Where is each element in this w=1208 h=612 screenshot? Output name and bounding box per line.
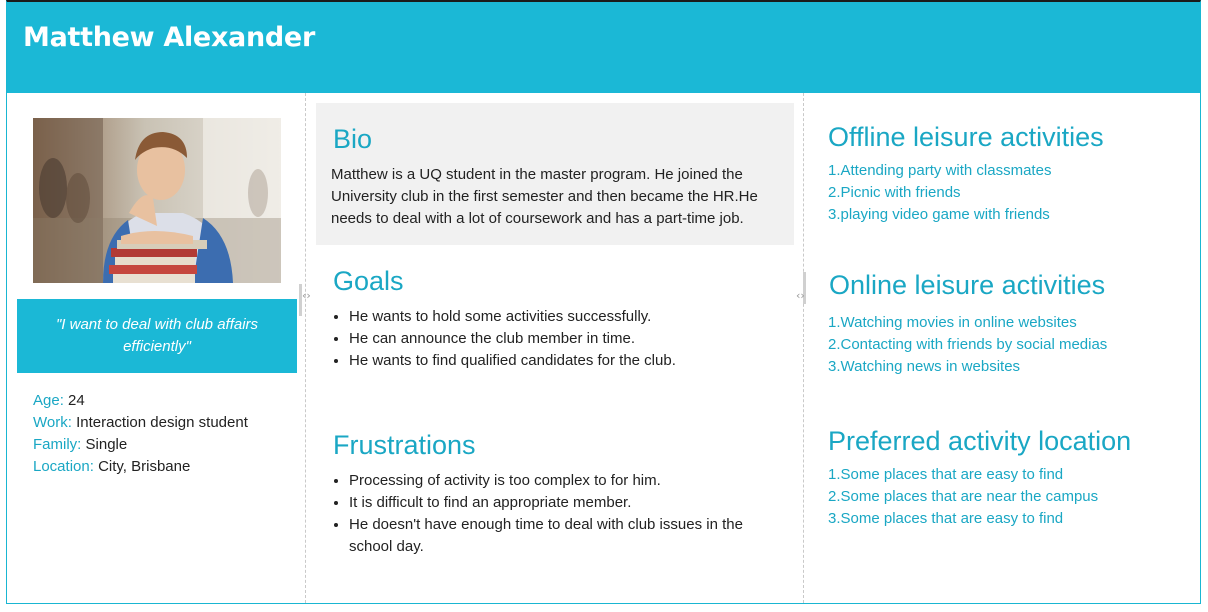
online-title: Online leisure activities bbox=[829, 270, 1106, 300]
offline-item: 3.playing video game with friends bbox=[828, 206, 1050, 223]
fact-age: Age: 24 bbox=[33, 390, 248, 412]
persona-facts: Age: 24 Work: Interaction design student… bbox=[33, 390, 248, 478]
frustration-item: Processing of activity is too complex to… bbox=[349, 470, 789, 492]
online-item: 2.Contacting with friends by social medi… bbox=[828, 336, 1108, 353]
location-item: 1.Some places that are easy to find bbox=[828, 466, 1064, 483]
fact-label: Location: bbox=[33, 458, 94, 475]
fact-work: Work: Interaction design student bbox=[33, 412, 248, 434]
fact-value: City, Brisbane bbox=[98, 458, 191, 475]
fact-label: Work: bbox=[33, 414, 72, 431]
location-list: 1.Some places that are easy to find 2.So… bbox=[828, 464, 1098, 530]
location-item: 3.Some places that are easy to find bbox=[828, 510, 1064, 527]
fact-value: 24 bbox=[68, 392, 85, 409]
frustration-item: It is difficult to find an appropriate m… bbox=[349, 492, 789, 514]
offline-item: 1.Attending party with classmates bbox=[828, 162, 1052, 179]
offline-list: 1.Attending party with classmates 2.Picn… bbox=[828, 160, 1051, 226]
fact-value: Single bbox=[85, 436, 128, 453]
persona-name: Matthew Alexander bbox=[23, 22, 315, 53]
online-item: 1.Watching movies in online websites bbox=[828, 314, 1077, 331]
bio-text: Matthew is a UQ student in the master pr… bbox=[331, 166, 758, 227]
location-title: Preferred activity location bbox=[828, 426, 1132, 456]
goals-title: Goals bbox=[333, 266, 404, 296]
location-item: 2.Some places that are near the campus bbox=[828, 488, 1099, 505]
online-list: 1.Watching movies in online websites 2.C… bbox=[828, 312, 1107, 378]
resize-arrows-right-icon: ‹› bbox=[796, 289, 805, 302]
persona-photo bbox=[33, 118, 281, 283]
online-item: 3.Watching news in websites bbox=[828, 358, 1021, 375]
goal-item: He can announce the club member in time. bbox=[349, 328, 799, 350]
column-divider-left bbox=[305, 93, 306, 603]
goals-list: He wants to hold some activities success… bbox=[332, 306, 799, 372]
persona-quote: "I want to deal with club affairs effici… bbox=[17, 299, 297, 373]
column-divider-right bbox=[803, 93, 804, 603]
goal-item: He wants to find qualified candidates fo… bbox=[349, 350, 799, 372]
persona-card: Matthew Alexander ‹› ‹› "I want to deal … bbox=[6, 0, 1201, 604]
offline-item: 2.Picnic with friends bbox=[828, 184, 961, 201]
frustrations-title: Frustrations bbox=[333, 430, 476, 460]
goal-item: He wants to hold some activities success… bbox=[349, 306, 799, 328]
fact-label: Family: bbox=[33, 436, 82, 453]
fact-family: Family: Single bbox=[33, 434, 248, 456]
frustrations-list: Processing of activity is too complex to… bbox=[332, 470, 789, 558]
header-banner: Matthew Alexander bbox=[7, 2, 1200, 93]
frustration-item: He doesn't have enough time to deal with… bbox=[349, 514, 789, 558]
fact-location: Location: City, Brisbane bbox=[33, 456, 248, 478]
fact-label: Age: bbox=[33, 392, 64, 409]
resize-arrows-left-icon: ‹› bbox=[302, 289, 311, 302]
fact-value: Interaction design student bbox=[76, 414, 248, 431]
offline-title: Offline leisure activities bbox=[828, 122, 1104, 152]
bio-title: Bio bbox=[333, 124, 373, 154]
